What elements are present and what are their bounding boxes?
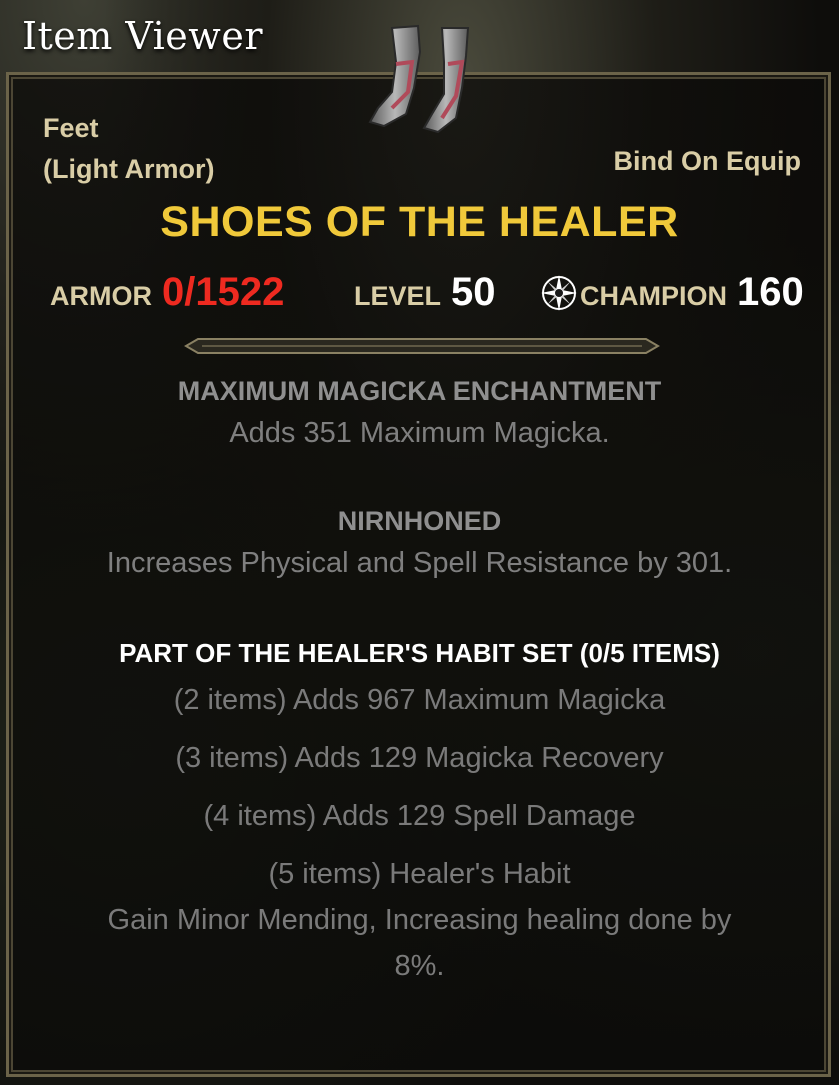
armor-stat: ARMOR 0/1522	[50, 270, 284, 315]
champion-star-icon	[541, 274, 577, 311]
bind-type: Bind On Equip	[613, 146, 801, 176]
trait-section: NIRNHONED Increases Physical and Spell R…	[0, 506, 839, 580]
armor-label: ARMOR	[50, 281, 152, 311]
champion-label: CHAMPION	[580, 281, 727, 311]
armor-value: 0/1522	[162, 270, 285, 314]
set-bonus-5-description: Gain Minor Mending, Increasing healing d…	[107, 904, 732, 936]
set-bonus-2: (2 items) Adds 967 Maximum Magicka	[173, 684, 666, 716]
champion-value: 160	[737, 270, 804, 314]
enchantment-title: MAXIMUM MAGICKA ENCHANTMENT	[177, 376, 662, 406]
enchantment-description: Adds 351 Maximum Magicka.	[229, 417, 610, 449]
item-name: SHOES OF THE HEALER	[160, 198, 679, 246]
item-armor-type: (Light Armor)	[43, 154, 215, 184]
light-armor-boots-icon	[368, 24, 470, 134]
stats-row: ARMOR 0/1522 LEVEL 50 CHAMPION 160	[0, 266, 839, 320]
set-bonus-4: (4 items) Adds 129 Spell Damage	[203, 800, 636, 832]
set-bonus-5: (5 items) Healer's Habit	[268, 858, 571, 890]
level-value: 50	[451, 270, 496, 314]
trait-title: NIRNHONED	[337, 506, 502, 536]
trait-description: Increases Physical and Spell Resistance …	[106, 547, 733, 579]
enchantment-section: MAXIMUM MAGICKA ENCHANTMENT Adds 351 Max…	[0, 376, 839, 450]
item-slot: Feet	[43, 113, 99, 143]
window-title: Item Viewer	[22, 14, 263, 58]
set-bonus-3: (3 items) Adds 129 Magicka Recovery	[175, 742, 664, 774]
set-bonus-5-description-cont: 8%.	[394, 950, 445, 982]
item-slot-info: Feet (Light Armor)	[43, 108, 214, 190]
set-title: PART OF THE HEALER'S HABIT SET (0/5 ITEM…	[119, 638, 720, 668]
ornate-divider	[184, 338, 660, 354]
champion-stat: CHAMPION 160	[540, 270, 804, 315]
level-stat: LEVEL 50	[354, 270, 496, 315]
level-label: LEVEL	[354, 281, 442, 311]
